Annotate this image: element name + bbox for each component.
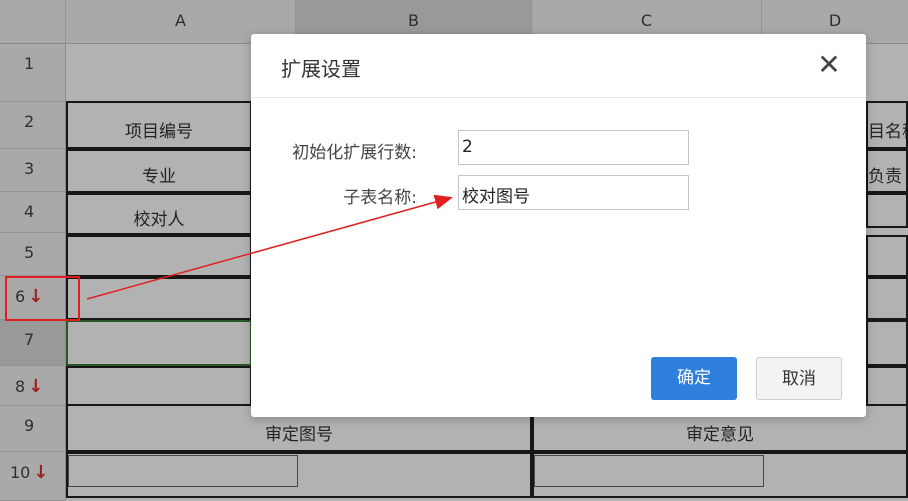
init-rows-label: 初始化扩展行数: xyxy=(292,143,417,163)
subtable-name-input[interactable]: 校对图号 xyxy=(458,175,689,210)
extension-settings-dialog: 扩展设置 ✕ 初始化扩展行数: 2 子表名称: 校对图号 确定 取消 xyxy=(251,34,866,417)
dialog-title: 扩展设置 xyxy=(281,57,361,81)
confirm-button[interactable]: 确定 xyxy=(651,357,737,400)
close-icon[interactable]: ✕ xyxy=(814,50,844,80)
init-rows-input[interactable]: 2 xyxy=(458,130,689,165)
subtable-name-label: 子表名称: xyxy=(343,188,417,208)
cancel-button[interactable]: 取消 xyxy=(756,357,842,400)
dialog-header: 扩展设置 ✕ xyxy=(251,34,866,98)
row6-highlight-annotation xyxy=(5,276,80,321)
